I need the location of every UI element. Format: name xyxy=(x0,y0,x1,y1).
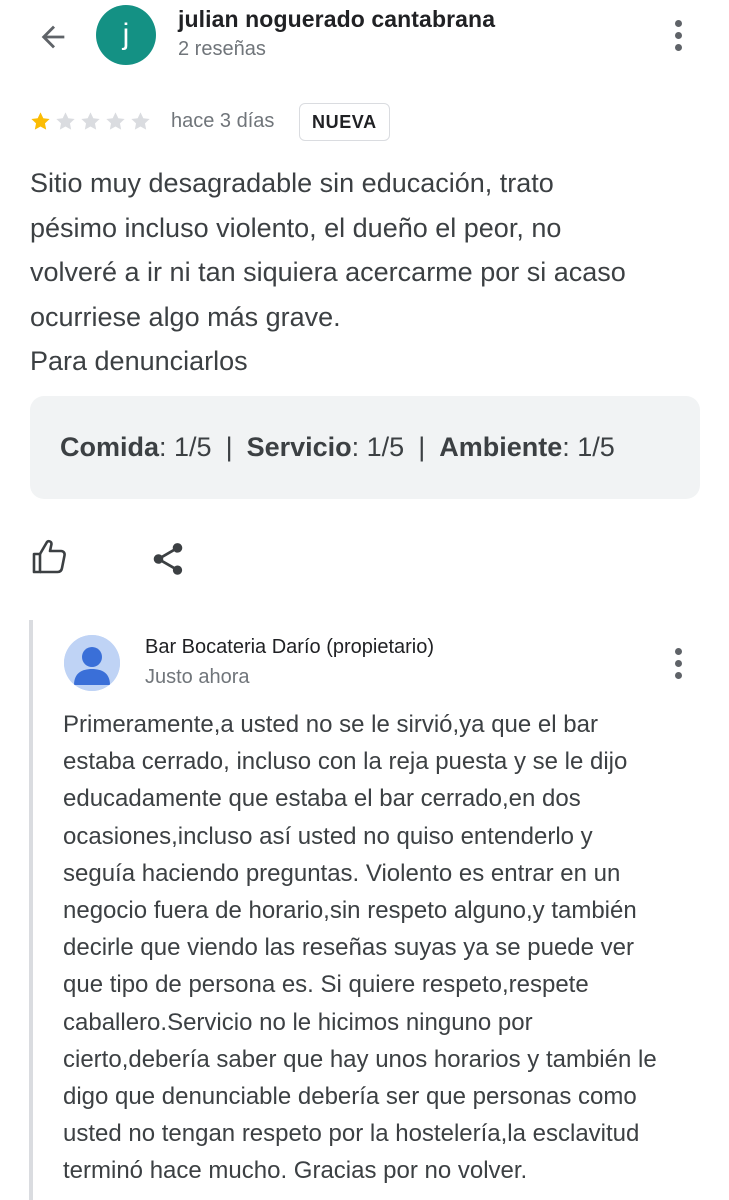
sub-rating-separator: | xyxy=(418,432,426,462)
share-button[interactable] xyxy=(149,540,187,578)
reviewer-avatar-letter: j xyxy=(122,18,130,51)
sub-rating-food-label: Comida xyxy=(60,432,160,462)
review-text: Sitio muy desagradable sin educación, tr… xyxy=(30,168,626,376)
review-more-options-button[interactable] xyxy=(666,15,690,55)
sub-rating-ambience-label: Ambiente xyxy=(439,432,563,462)
star-empty-icon xyxy=(106,112,125,130)
star-filled-icon xyxy=(31,112,50,130)
owner-response-more-options-button[interactable] xyxy=(666,643,690,683)
review-page: j julian noguerado cantabrana 2 reseñas … xyxy=(0,0,729,1200)
arrow-back-icon xyxy=(41,25,65,49)
star-empty-icon xyxy=(131,112,150,130)
more-vert-icon xyxy=(674,647,682,655)
review-time: hace 3 días xyxy=(171,110,275,132)
sub-rating-ambience-value: : 1/5 xyxy=(562,432,615,462)
new-badge: NUEVA xyxy=(299,103,390,141)
owner-name: Bar Bocateria Darío (propietario) xyxy=(145,636,435,658)
reviewer-name[interactable]: julian noguerado cantabrana xyxy=(178,6,495,33)
sub-rating-separator: | xyxy=(225,432,233,462)
person-icon xyxy=(64,635,120,691)
thumbs-up-icon xyxy=(32,539,66,574)
star-empty-icon xyxy=(56,112,75,130)
sub-rating-service-label: Servicio xyxy=(246,432,352,462)
share-icon xyxy=(153,543,183,575)
star-empty-icon xyxy=(81,112,100,130)
back-button[interactable] xyxy=(30,14,76,60)
sub-rating-service-value: : 1/5 xyxy=(351,432,405,462)
sub-ratings-box: Comida: 1/5 | Servicio: 1/5 | Ambiente: … xyxy=(30,396,700,499)
like-button[interactable] xyxy=(30,537,70,577)
more-vert-icon xyxy=(674,19,682,27)
owner-response-time: Justo ahora xyxy=(145,666,250,688)
owner-avatar xyxy=(64,635,120,691)
reviewer-avatar[interactable]: j xyxy=(96,5,156,65)
reply-divider xyxy=(29,620,33,1200)
owner-response-text: Primeramente,a usted no se le sirvió,ya … xyxy=(63,711,657,1185)
reviewer-review-count[interactable]: 2 reseñas xyxy=(178,38,266,61)
star-rating xyxy=(29,110,152,133)
sub-rating-food-value: : 1/5 xyxy=(159,432,212,462)
